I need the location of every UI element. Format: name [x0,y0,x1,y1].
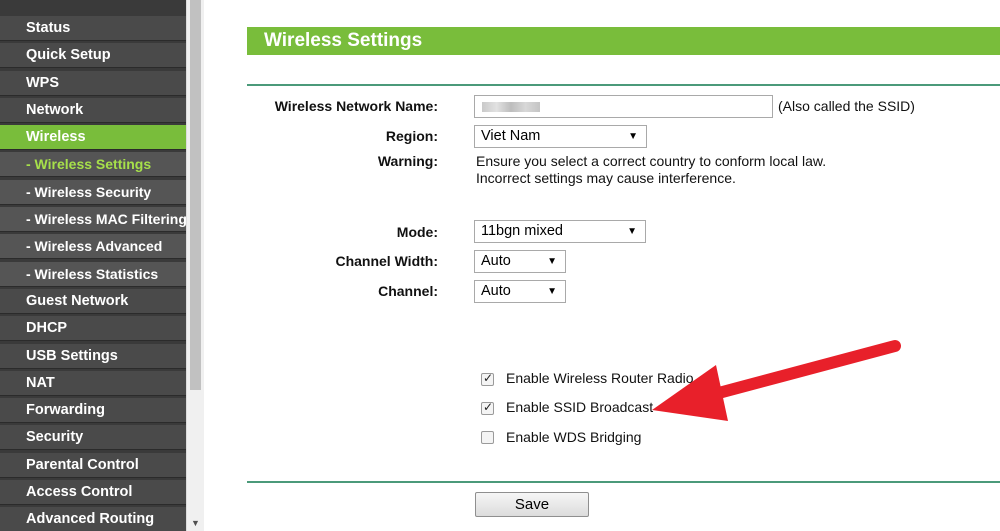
annotation-arrow-icon [652,340,901,421]
